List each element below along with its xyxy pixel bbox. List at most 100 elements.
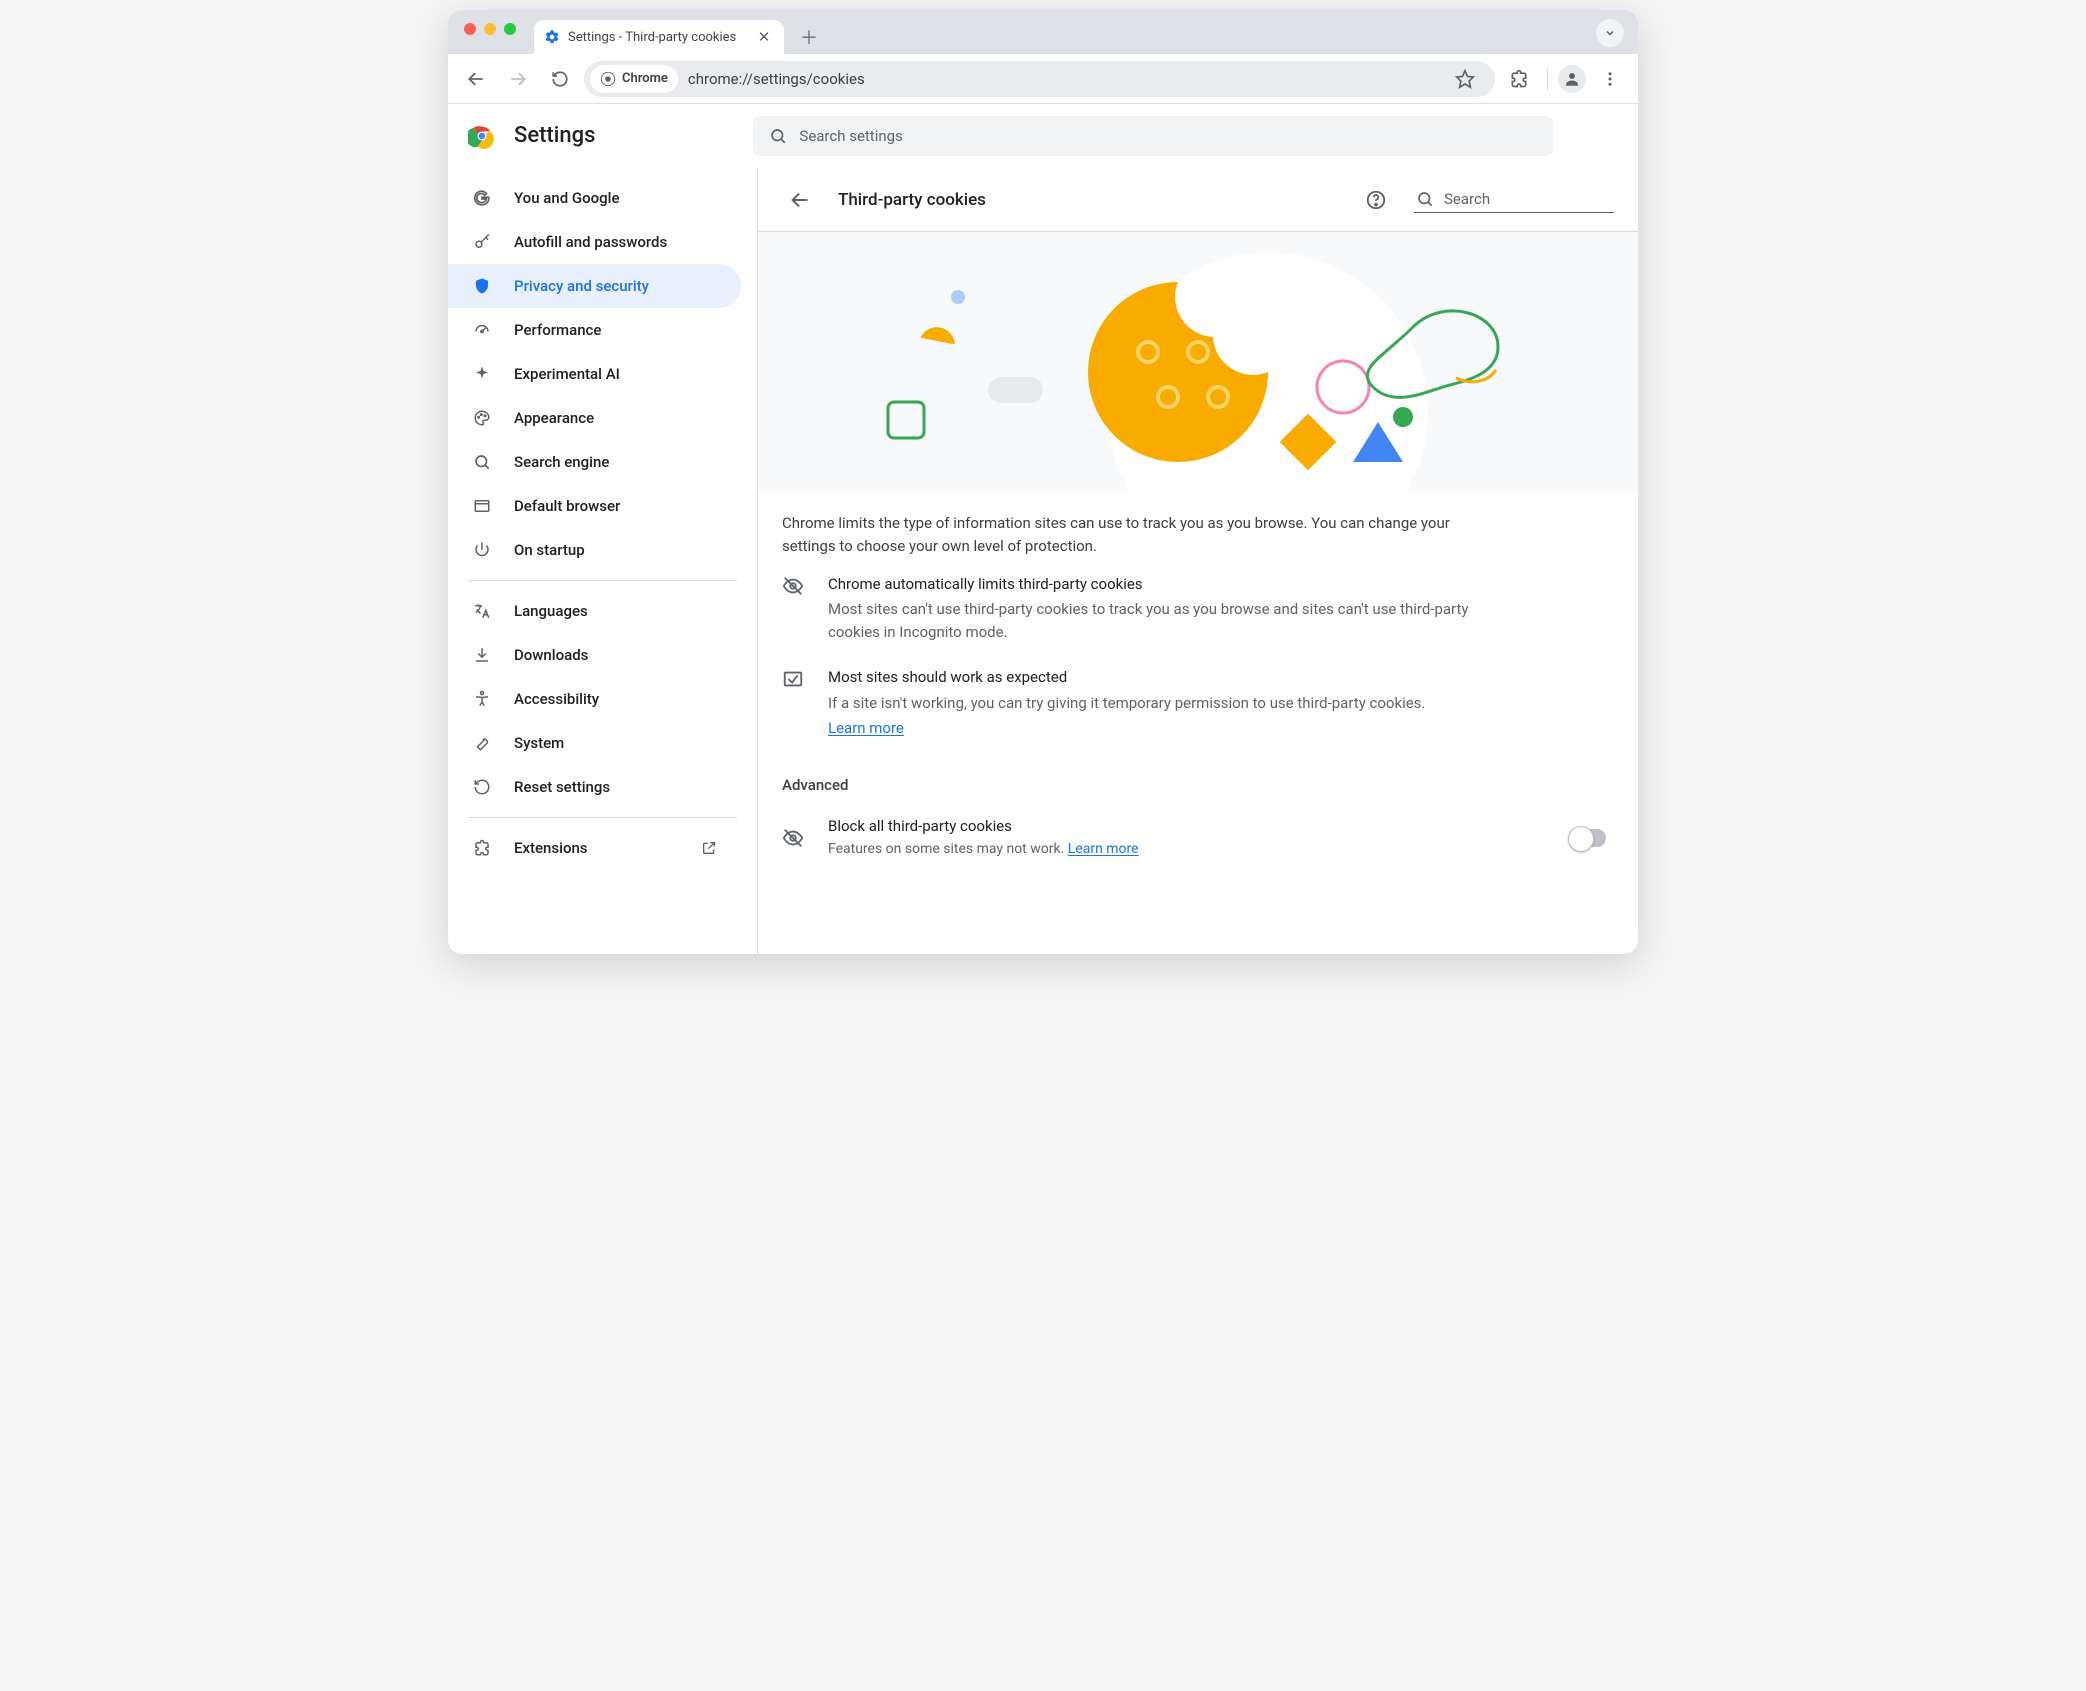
window-controls (458, 10, 526, 54)
help-icon (1365, 189, 1387, 211)
sidebar-separator (468, 817, 737, 818)
help-button[interactable] (1358, 182, 1394, 218)
new-tab-button[interactable]: ＋ (794, 22, 824, 52)
content-back-button[interactable] (782, 182, 818, 218)
sidebar-item-label: Appearance (514, 409, 594, 427)
gear-icon (544, 29, 560, 45)
sidebar-item-label: You and Google (514, 189, 619, 207)
cookies-illustration (758, 232, 1638, 492)
advanced-heading: Advanced (782, 774, 1614, 797)
info-row-desc: If a site isn't working, you can try giv… (828, 692, 1508, 741)
star-icon (1455, 69, 1475, 89)
sidebar-item-reset[interactable]: Reset settings (448, 765, 741, 809)
search-icon (769, 127, 787, 145)
profile-button[interactable] (1558, 65, 1586, 93)
sidebar-item-accessibility[interactable]: Accessibility (448, 677, 741, 721)
close-window-button[interactable] (464, 23, 476, 35)
sidebar-item-languages[interactable]: Languages (448, 589, 741, 633)
sparkle-icon (472, 364, 492, 384)
sidebar-item-experimental-ai[interactable]: Experimental AI (448, 352, 741, 396)
google-g-icon (472, 188, 492, 208)
sidebar-item-label: Autofill and passwords (514, 233, 667, 251)
browser-tab[interactable]: Settings - Third-party cookies ✕ (534, 20, 784, 54)
translate-icon (472, 601, 492, 621)
reset-icon (472, 777, 492, 797)
sidebar-item-label: Accessibility (514, 690, 599, 708)
sidebar-item-on-startup[interactable]: On startup (448, 528, 741, 572)
sidebar-item-label: Search engine (514, 453, 609, 471)
maximize-window-button[interactable] (504, 23, 516, 35)
sidebar-item-privacy[interactable]: Privacy and security (448, 264, 741, 308)
info-row-expected: Most sites should work as expected If a … (782, 652, 1614, 748)
content-search-placeholder: Search (1444, 190, 1490, 208)
sidebar-separator (468, 580, 737, 581)
arrow-left-icon (789, 189, 811, 211)
sidebar-item-extensions[interactable]: Extensions (448, 826, 741, 870)
sidebar-item-label: Reset settings (514, 778, 610, 796)
settings-app: Settings Search settings You and Google … (448, 104, 1638, 954)
shield-icon (472, 276, 492, 296)
puzzle-icon (1509, 69, 1529, 89)
bookmark-button[interactable] (1455, 69, 1487, 89)
sidebar-item-search-engine[interactable]: Search engine (448, 440, 741, 484)
content-search[interactable]: Search (1414, 186, 1614, 213)
key-icon (472, 232, 492, 252)
block-all-toggle[interactable] (1570, 829, 1606, 847)
sidebar-item-performance[interactable]: Performance (448, 308, 741, 352)
speedometer-icon (472, 320, 492, 340)
learn-more-link[interactable]: Learn more (828, 717, 1508, 740)
content-title: Third-party cookies (838, 190, 1338, 210)
puzzle-icon (472, 838, 492, 858)
close-tab-button[interactable]: ✕ (754, 28, 774, 46)
kebab-icon (1601, 70, 1619, 88)
sidebar-item-label: Experimental AI (514, 365, 620, 383)
sidebar-item-label: Extensions (514, 839, 588, 857)
sidebar-item-label: System (514, 734, 564, 752)
app-header: Settings Search settings (448, 104, 1638, 168)
sidebar-item-label: Downloads (514, 646, 588, 664)
tabstrip: Settings - Third-party cookies ✕ ＋ (448, 10, 1638, 54)
minimize-window-button[interactable] (484, 23, 496, 35)
chrome-menu-button[interactable] (1592, 61, 1628, 97)
app-search[interactable]: Search settings (753, 116, 1553, 156)
checkbox-checked-icon (782, 666, 806, 740)
sidebar-item-label: Privacy and security (514, 277, 649, 295)
block-all-row: Block all third-party cookies Features o… (782, 797, 1614, 870)
app-search-placeholder: Search settings (799, 127, 902, 145)
app-title: Settings (514, 123, 595, 148)
reload-button[interactable] (542, 61, 578, 97)
sidebar-item-system[interactable]: System (448, 721, 741, 765)
sidebar-item-downloads[interactable]: Downloads (448, 633, 741, 677)
tabs-menu-button[interactable] (1596, 19, 1624, 47)
back-button[interactable] (458, 61, 494, 97)
visibility-off-icon (782, 827, 806, 849)
download-icon (472, 645, 492, 665)
content: Third-party cookies Search (758, 168, 1638, 954)
extensions-button[interactable] (1501, 61, 1537, 97)
sidebar-item-label: Default browser (514, 497, 620, 515)
content-header: Third-party cookies Search (758, 168, 1638, 232)
forward-button[interactable] (500, 61, 536, 97)
search-icon (472, 452, 492, 472)
palette-icon (472, 408, 492, 428)
block-all-title: Block all third-party cookies (828, 815, 1548, 838)
sidebar-item-autofill[interactable]: Autofill and passwords (448, 220, 741, 264)
sidebar-item-default-browser[interactable]: Default browser (448, 484, 741, 528)
toolbar: Chrome chrome://settings/cookies (448, 54, 1638, 104)
info-row-desc: Most sites can't use third-party cookies… (828, 598, 1508, 645)
browser-icon (472, 496, 492, 516)
learn-more-link[interactable]: Learn more (1068, 841, 1139, 857)
accessibility-icon (472, 689, 492, 709)
sidebar-item-you-and-google[interactable]: You and Google (448, 176, 741, 220)
visibility-off-icon (782, 573, 806, 645)
open-external-icon (701, 840, 717, 856)
site-chip[interactable]: Chrome (590, 65, 678, 93)
chrome-logo-icon (468, 122, 496, 150)
block-all-desc: Features on some sites may not work. Lea… (828, 839, 1548, 861)
person-icon (1563, 70, 1581, 88)
power-icon (472, 540, 492, 560)
separator (1547, 68, 1548, 90)
sidebar-item-appearance[interactable]: Appearance (448, 396, 741, 440)
address-bar[interactable]: Chrome chrome://settings/cookies (584, 61, 1495, 97)
wrench-icon (472, 733, 492, 753)
